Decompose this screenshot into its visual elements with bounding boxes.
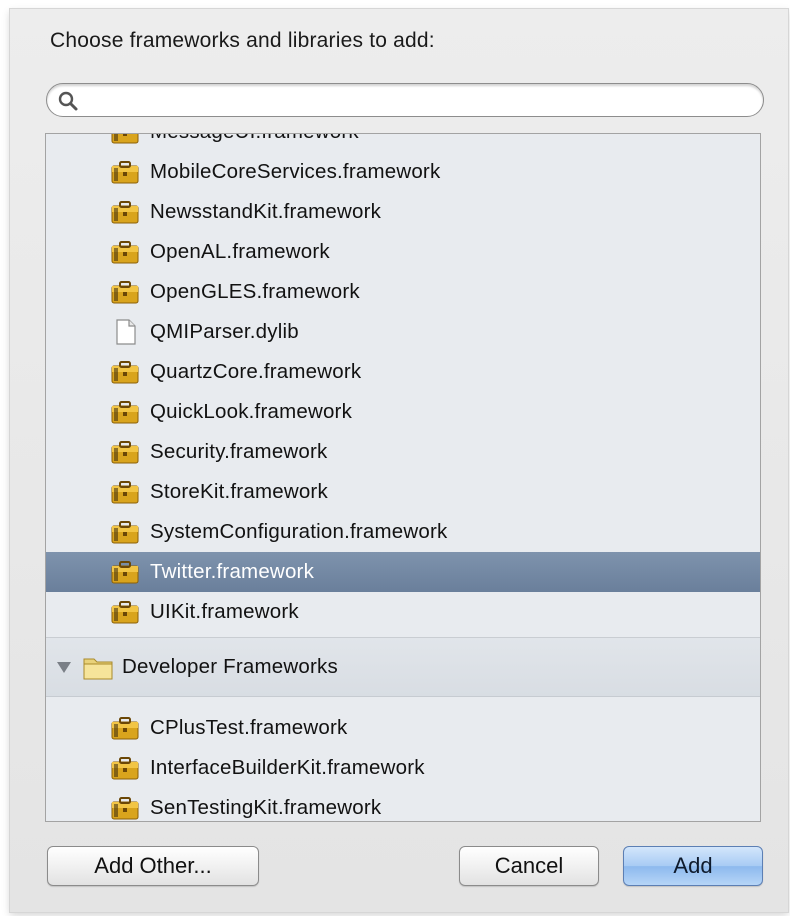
framework-toolbox-icon (111, 281, 139, 304)
framework-toolbox-icon (111, 481, 139, 504)
dialog-prompt: Choose frameworks and libraries to add: (50, 29, 435, 52)
list-item[interactable]: Security.framework (46, 432, 760, 472)
list-item-selected[interactable]: Twitter.framework (46, 552, 760, 592)
cancel-button[interactable]: Cancel (459, 846, 599, 886)
framework-toolbox-icon (111, 561, 139, 584)
list-item[interactable]: CPlusTest.framework (46, 708, 760, 748)
list-item[interactable]: MessageUI.framework (46, 134, 760, 152)
framework-toolbox-icon (111, 601, 139, 624)
framework-toolbox-icon (111, 161, 139, 184)
document-icon (116, 319, 136, 345)
framework-toolbox-icon (111, 757, 139, 780)
framework-toolbox-icon (111, 361, 139, 384)
framework-toolbox-icon (111, 134, 139, 144)
frameworks-list[interactable]: MessageUI.framework MobileCoreServices.f… (45, 133, 761, 822)
search-icon (58, 91, 78, 111)
list-item[interactable]: OpenGLES.framework (46, 272, 760, 312)
framework-toolbox-icon (111, 797, 139, 820)
list-item[interactable]: QMIParser.dylib (46, 312, 760, 352)
list-item[interactable]: UIKit.framework (46, 592, 760, 632)
add-frameworks-sheet: Choose frameworks and libraries to add: … (10, 9, 788, 912)
list-item[interactable]: QuickLook.framework (46, 392, 760, 432)
framework-toolbox-icon (111, 201, 139, 224)
framework-toolbox-icon (111, 401, 139, 424)
group-label: Developer Frameworks (122, 655, 338, 678)
list-item[interactable]: MobileCoreServices.framework (46, 152, 760, 192)
search-field[interactable] (46, 83, 764, 118)
add-button[interactable]: Add (623, 846, 763, 886)
group-developer-frameworks[interactable]: Developer Frameworks (46, 637, 760, 697)
list-item[interactable]: QuartzCore.framework (46, 352, 760, 392)
list-item[interactable]: NewsstandKit.framework (46, 192, 760, 232)
framework-toolbox-icon (111, 521, 139, 544)
list-item[interactable]: StoreKit.framework (46, 472, 760, 512)
list-item[interactable]: SystemConfiguration.framework (46, 512, 760, 552)
framework-toolbox-icon (111, 717, 139, 740)
search-input[interactable] (85, 84, 749, 118)
framework-toolbox-icon (111, 441, 139, 464)
disclosure-triangle-icon[interactable] (56, 660, 72, 674)
folder-icon (83, 658, 113, 680)
list-item[interactable]: SenTestingKit.framework (46, 788, 760, 821)
list-item[interactable]: InterfaceBuilderKit.framework (46, 748, 760, 788)
list-item[interactable]: OpenAL.framework (46, 232, 760, 272)
framework-toolbox-icon (111, 241, 139, 264)
add-other-button[interactable]: Add Other... (47, 846, 259, 886)
